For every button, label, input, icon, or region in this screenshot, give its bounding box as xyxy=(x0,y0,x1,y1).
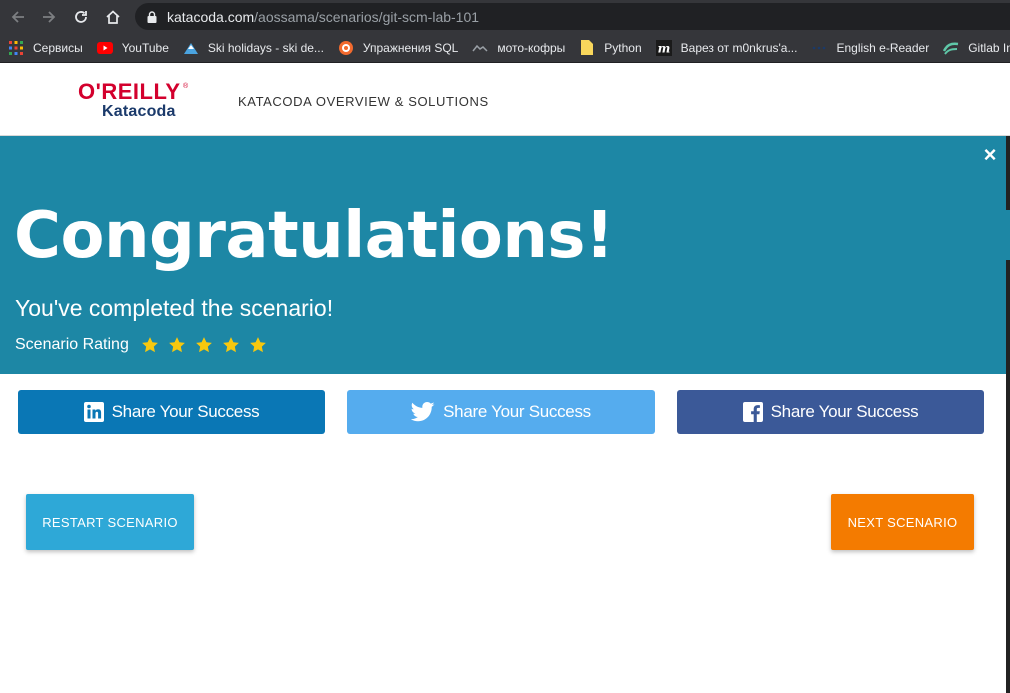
share-twitter-button[interactable]: Share Your Success xyxy=(347,390,655,434)
oreilly-katacoda-logo[interactable]: O'REILLY ® Katacoda xyxy=(78,79,198,121)
bookmark-youtube[interactable]: YouTube xyxy=(89,35,175,61)
site-header: O'REILLY ® Katacoda KATACODA OVERVIEW & … xyxy=(0,64,1010,136)
moto-icon xyxy=(472,40,488,56)
rating-label: Scenario Rating xyxy=(15,336,129,353)
next-scenario-button[interactable]: NEXT SCENARIO xyxy=(831,494,974,550)
restart-scenario-button[interactable]: RESTART SCENARIO xyxy=(26,494,194,550)
star-icon[interactable] xyxy=(164,335,191,355)
bookmark-label: English e-Reader xyxy=(836,40,930,55)
bookmark-python[interactable]: Python xyxy=(571,35,647,61)
url-text: katacoda.com/aossama/scenarios/git-scm-l… xyxy=(167,8,480,25)
svg-text:m: m xyxy=(657,41,670,55)
reload-icon[interactable] xyxy=(69,5,93,29)
congratulations-modal: × Congratulations! You've completed the … xyxy=(0,136,1006,693)
bookmark-label: мото-кофры xyxy=(497,40,566,55)
bookmark-label: Упражнения SQL xyxy=(362,40,459,55)
share-label: Share Your Success xyxy=(111,402,260,421)
home-icon[interactable] xyxy=(101,5,125,29)
share-label: Share Your Success xyxy=(443,402,591,421)
back-icon[interactable] xyxy=(6,5,30,29)
logo-katacoda-text: Katacoda xyxy=(102,103,176,120)
bookmark-label: Сервисы xyxy=(33,40,83,55)
logo-registered-mark: ® xyxy=(183,83,189,90)
scenario-rating: Scenario Rating xyxy=(15,334,272,356)
bookmark-label: Gitlab In xyxy=(968,40,1010,55)
star-icon[interactable] xyxy=(218,335,245,355)
address-bar[interactable]: katacoda.com/aossama/scenarios/git-scm-l… xyxy=(135,3,1010,30)
bookmark-gitlab[interactable]: Gitlab In xyxy=(935,35,1010,61)
browser-toolbar: katacoda.com/aossama/scenarios/git-scm-l… xyxy=(0,0,1010,33)
facebook-icon xyxy=(742,402,763,422)
nav-katacoda-overview[interactable]: KATACODA OVERVIEW & SOLUTIONS xyxy=(238,94,489,109)
background-banner-peek xyxy=(1006,210,1010,260)
share-facebook-button[interactable]: Share Your Success xyxy=(677,390,984,434)
sql-icon xyxy=(338,40,354,56)
bookmark-warez[interactable]: m Варез от m0nkrus'a... xyxy=(648,35,804,61)
star-icon[interactable] xyxy=(245,335,272,355)
bookmark-sql[interactable]: Упражнения SQL xyxy=(330,35,464,61)
bookmark-ski[interactable]: Ski holidays - ski de... xyxy=(175,35,330,61)
star-icon[interactable] xyxy=(191,335,218,355)
youtube-icon xyxy=(96,40,113,56)
bookmark-label: YouTube xyxy=(121,40,169,55)
share-label: Share Your Success xyxy=(770,402,919,421)
modal-title: Congratulations! xyxy=(14,199,614,273)
bookmarks-bar: Сервисы YouTube Ski holidays - ski de...… xyxy=(0,33,1010,63)
linkedin-icon xyxy=(83,402,104,422)
bookmark-label: Python xyxy=(604,40,642,55)
lock-icon xyxy=(147,10,157,23)
twitter-icon xyxy=(411,402,435,422)
forward-icon[interactable] xyxy=(37,5,61,29)
modal-banner: × Congratulations! You've completed the … xyxy=(0,136,1006,374)
gitlab-icon xyxy=(943,40,959,56)
bookmark-file-icon xyxy=(579,40,595,56)
bookmark-label: Ski holidays - ski de... xyxy=(207,40,324,55)
bookmark-moto[interactable]: мото-кофры xyxy=(464,35,571,61)
modal-subtitle: You've completed the scenario! xyxy=(15,295,334,321)
bookmark-label: Варез от m0nkrus'a... xyxy=(680,40,798,55)
ski-icon xyxy=(183,40,199,56)
close-button[interactable]: × xyxy=(980,144,1000,166)
share-linkedin-button[interactable]: Share Your Success xyxy=(18,390,325,434)
dots-icon xyxy=(811,40,827,56)
star-icon[interactable] xyxy=(137,335,164,355)
bookmark-services[interactable]: Сервисы xyxy=(0,35,89,61)
logo-oreilly-text: O'REILLY xyxy=(78,79,181,104)
m-icon: m xyxy=(655,39,672,56)
bookmark-ereader[interactable]: English e-Reader xyxy=(803,35,935,61)
apps-grid-icon xyxy=(8,40,24,56)
